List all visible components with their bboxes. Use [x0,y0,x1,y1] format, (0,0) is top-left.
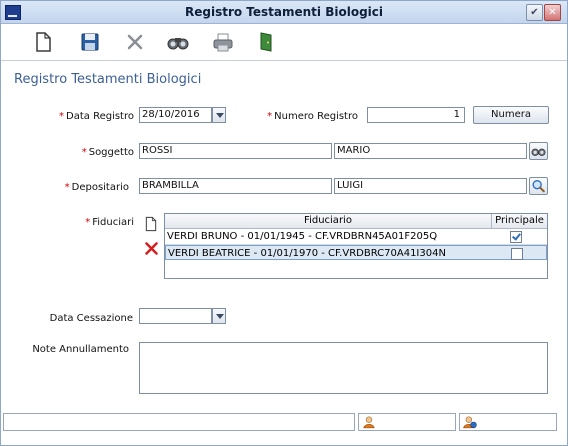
depositario-search-button[interactable] [529,177,548,195]
soggetto-search-button[interactable] [529,142,548,160]
principale-checkbox[interactable] [510,231,522,243]
data-registro-label: * Data Registro [41,111,134,122]
status-info-panel [459,413,557,431]
new-document-icon[interactable] [31,30,55,54]
column-header-fiduciario[interactable]: Fiduciario [165,214,492,228]
required-marker: * [85,217,91,228]
status-bar [1,411,567,433]
fiduciari-table: Fiduciario Principale VERDI BRUNO - 01/0… [164,213,548,279]
data-cessazione-input[interactable] [139,308,212,324]
print-icon[interactable] [211,30,235,54]
note-annullamento-label: Note Annullamento [32,344,129,355]
exit-icon[interactable] [254,30,278,54]
window-title: Registro Testamenti Biologici [184,5,383,19]
depositario-nome-input[interactable]: LUIGI [334,178,527,194]
numera-button[interactable]: Numera [473,106,549,124]
column-header-principale[interactable]: Principale [492,214,547,228]
status-user-panel [358,413,456,431]
fiduciario-cell: VERDI BRUNO - 01/01/1945 - CF.VRDBRN45A0… [167,231,438,242]
data-cessazione-dropdown-button[interactable] [212,308,226,324]
data-registro-label-text: Data Registro [66,111,134,122]
user-info-icon [463,416,477,429]
soggetto-label-text: Soggetto [88,147,134,158]
add-fiduciario-icon[interactable] [143,215,159,233]
numero-registro-input[interactable]: 1 [367,107,465,123]
required-marker: * [267,111,273,122]
binoculars-icon [531,148,546,156]
required-marker: * [64,182,70,193]
title-bar: Registro Testamenti Biologici ✔ ✕ [1,1,567,24]
fiduciari-label-text: Fiduciari [92,217,134,228]
fiduciari-label: * Fiduciari [41,217,134,228]
depositario-cognome-input[interactable]: BRAMBILLA [139,178,332,194]
data-cessazione-label: Data Cessazione [49,313,133,324]
window: Registro Testamenti Biologici ✔ ✕ Regist… [0,0,568,446]
numero-registro-label: * Numero Registro [263,111,358,122]
depositario-label: * Depositario [41,182,129,193]
data-registro-input[interactable]: 28/10/2016 [139,107,212,123]
table-header: Fiduciario Principale [165,214,547,229]
soggetto-cognome-input[interactable]: ROSSI [139,143,332,159]
minimize-button[interactable]: ✔ [526,4,543,21]
remove-fiduciario-icon[interactable] [144,241,159,256]
close-button[interactable]: ✕ [544,4,561,21]
fiduciario-cell: VERDI BEATRICE - 01/01/1970 - CF.VRDBRC7… [168,248,446,259]
binoculars-icon[interactable] [166,30,190,54]
numero-registro-label-text: Numero Registro [274,111,358,122]
table-row[interactable]: VERDI BRUNO - 01/01/1945 - CF.VRDBRN45A0… [165,229,547,245]
save-icon[interactable] [78,30,102,54]
user-icon [363,416,375,429]
note-annullamento-textarea[interactable] [139,342,548,394]
soggetto-label: * Soggetto [41,147,134,158]
table-row-selected[interactable]: VERDI BEATRICE - 01/01/1970 - CF.VRDBRC7… [165,245,547,260]
soggetto-nome-input[interactable]: MARIO [334,143,527,159]
required-marker: * [81,147,87,158]
data-registro-dropdown-button[interactable] [212,107,226,123]
toolbar [1,24,567,61]
form-heading: Registro Testamenti Biologici [14,72,202,87]
depositario-label-text: Depositario [71,182,129,193]
delete-icon[interactable] [123,30,147,54]
magnifier-icon [532,180,545,193]
required-marker: * [59,111,65,122]
principale-checkbox[interactable] [511,248,523,260]
status-message-panel [3,413,355,431]
